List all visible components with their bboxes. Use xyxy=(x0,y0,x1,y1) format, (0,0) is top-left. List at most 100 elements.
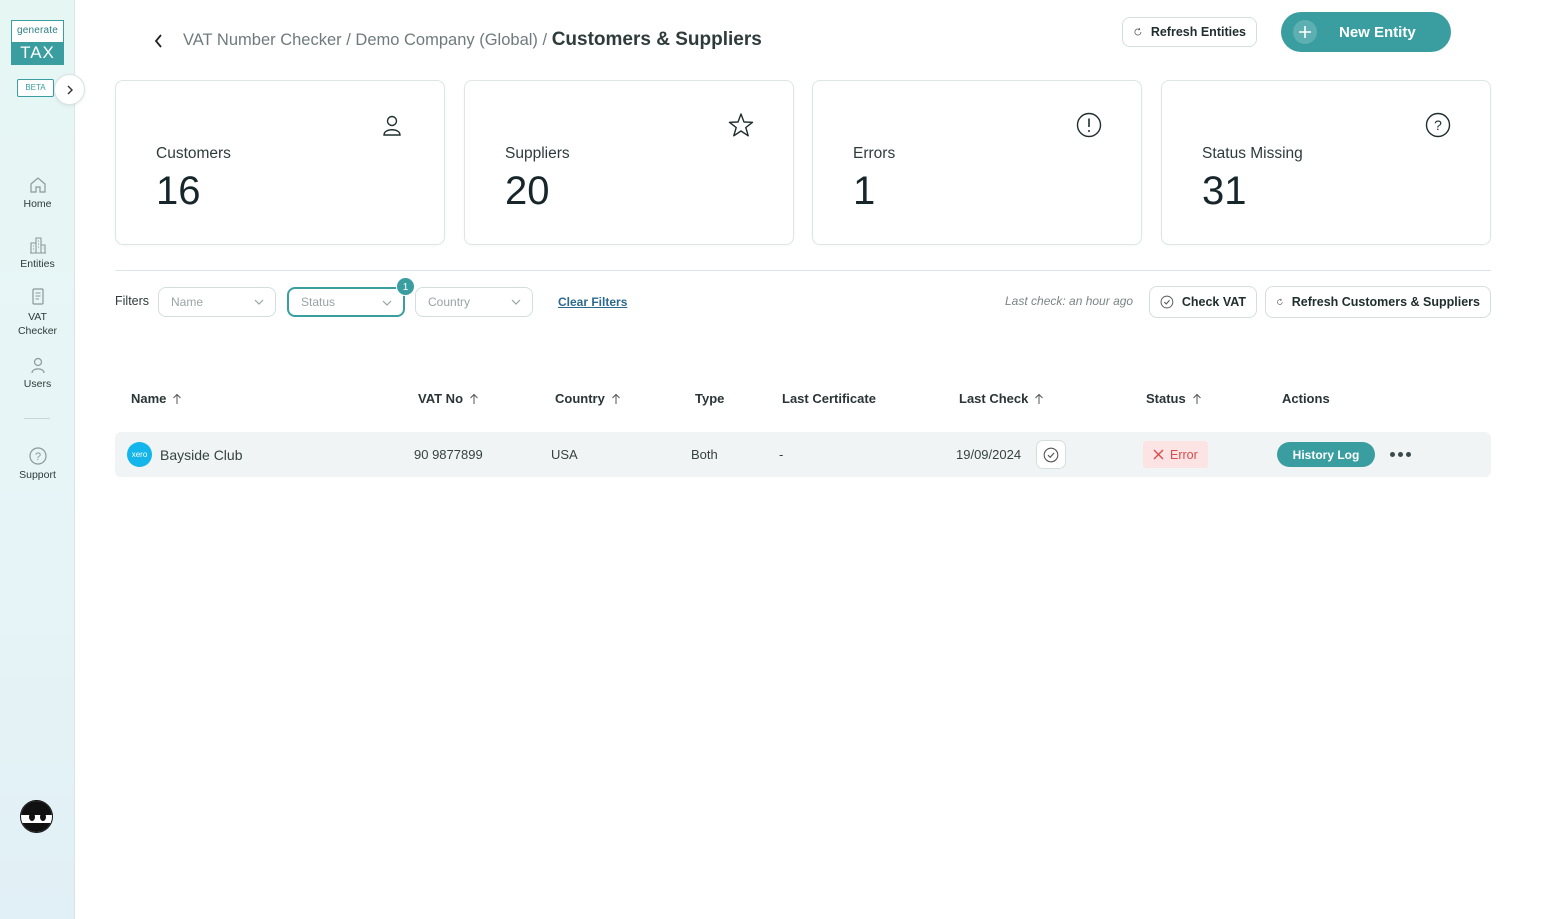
help-icon: ? xyxy=(28,447,47,465)
chevron-right-icon xyxy=(67,85,73,94)
column-header-label: Last Certificate xyxy=(782,391,876,406)
logo-top-text: generate xyxy=(16,25,59,36)
sort-arrow-up-icon xyxy=(611,393,620,404)
check-vat-button[interactable]: Check VAT xyxy=(1149,286,1257,318)
svg-text:?: ? xyxy=(1434,117,1442,133)
sidebar-item-users[interactable]: Users xyxy=(0,355,75,390)
sidebar-item-label: VAT Checker xyxy=(17,311,58,337)
status-filter-count-badge: 1 xyxy=(396,277,415,296)
close-icon xyxy=(1153,449,1164,460)
refresh-entities-label: Refresh Entities xyxy=(1150,25,1246,39)
sidebar-item-vat-checker[interactable]: VAT Checker xyxy=(0,287,75,338)
question-icon: ? xyxy=(1424,111,1452,139)
plus-icon xyxy=(1293,20,1317,44)
refresh-customers-suppliers-label: Refresh Customers & Suppliers xyxy=(1291,295,1480,309)
page-title: Customers & Suppliers xyxy=(551,29,762,50)
sort-arrow-up-icon xyxy=(173,393,182,404)
breadcrumb-separator: / xyxy=(346,31,351,49)
logo[interactable]: generate TAX xyxy=(11,20,64,65)
check-now-button[interactable] xyxy=(1036,440,1066,469)
status-badge: Error xyxy=(1143,441,1208,468)
name-filter-select[interactable]: Name xyxy=(158,287,276,317)
cell-last-certificate: - xyxy=(779,447,784,462)
new-entity-button[interactable]: New Entity xyxy=(1281,12,1451,52)
cell-vat-no: 90 9877899 xyxy=(414,447,483,462)
column-header-label: Type xyxy=(695,391,725,406)
stat-card-status-missing: ? Status Missing 31 xyxy=(1161,80,1491,245)
column-header-last-certificate: Last Certificate xyxy=(782,391,876,406)
sidebar-divider xyxy=(24,418,50,419)
back-button[interactable] xyxy=(147,28,171,54)
user-avatar[interactable] xyxy=(20,800,53,833)
status-label: Error xyxy=(1170,447,1198,462)
country-filter-select[interactable]: Country xyxy=(415,287,533,317)
breadcrumb-company[interactable]: Demo Company (Global) xyxy=(355,31,537,49)
column-header-country[interactable]: Country xyxy=(555,391,621,406)
refresh-entities-button[interactable]: Refresh Entities xyxy=(1122,17,1257,47)
home-icon xyxy=(29,177,46,193)
sidebar-item-entities[interactable]: Entities xyxy=(0,235,75,270)
stat-label: Status Missing xyxy=(1202,145,1303,162)
column-header-status[interactable]: Status xyxy=(1146,391,1202,406)
column-header-label: Name xyxy=(131,391,167,406)
status-filter-select[interactable]: Status xyxy=(287,287,405,317)
column-header-label: Status xyxy=(1146,391,1186,406)
stat-value: 16 xyxy=(156,169,201,213)
breadcrumb-vat-checker[interactable]: VAT Number Checker xyxy=(183,31,342,49)
cell-last-check: 19/09/2024 xyxy=(956,447,1022,462)
refresh-customers-suppliers-button[interactable]: Refresh Customers & Suppliers xyxy=(1265,286,1491,318)
new-entity-label: New Entity xyxy=(1339,23,1416,41)
expand-sidebar-button[interactable] xyxy=(54,74,85,105)
star-icon xyxy=(727,111,755,139)
more-actions-button[interactable] xyxy=(1388,444,1412,464)
cell-name: xero Bayside Club xyxy=(127,432,243,477)
sidebar-item-support[interactable]: ? Support xyxy=(0,446,75,481)
status-filter-placeholder: Status xyxy=(301,295,336,309)
sidebar: generate TAX BETA Home Entities VAT Chec… xyxy=(0,0,85,919)
breadcrumb: VAT Number Checker / Demo Company (Globa… xyxy=(183,29,762,51)
column-header-label: Country xyxy=(555,391,605,406)
filters-label: Filters xyxy=(115,294,150,308)
document-icon xyxy=(31,288,44,305)
sidebar-item-label: Users xyxy=(23,378,52,390)
stat-card-errors: Errors 1 xyxy=(812,80,1142,245)
sidebar-item-home[interactable]: Home xyxy=(0,175,75,210)
chevron-down-icon xyxy=(382,300,392,306)
sidebar-item-label: Entities xyxy=(20,258,55,270)
column-header-name[interactable]: Name xyxy=(131,391,182,406)
column-header-vat-no[interactable]: VAT No xyxy=(418,391,479,406)
stat-value: 31 xyxy=(1202,169,1247,213)
stat-card-customers: Customers 16 xyxy=(115,80,445,245)
column-header-last-check[interactable]: Last Check xyxy=(959,391,1044,406)
chevron-down-icon xyxy=(511,299,521,305)
logo-bottom-text: TAX xyxy=(12,42,63,64)
check-circle-icon xyxy=(1160,295,1174,309)
column-header-label: VAT No xyxy=(418,391,464,406)
chevron-left-icon xyxy=(154,34,162,48)
check-circle-icon xyxy=(1043,447,1059,462)
check-vat-label: Check VAT xyxy=(1181,295,1246,309)
cell-country: USA xyxy=(551,447,578,462)
cell-type: Both xyxy=(691,447,718,462)
stat-card-suppliers: Suppliers 20 xyxy=(464,80,794,245)
user-icon xyxy=(378,111,406,139)
country-filter-placeholder: Country xyxy=(428,295,471,309)
buildings-icon xyxy=(29,237,46,254)
table-row[interactable]: xero Bayside Club 90 9877899 USA Both - … xyxy=(115,432,1491,477)
dot xyxy=(1405,451,1411,457)
dot xyxy=(1397,451,1403,457)
clear-filters-link[interactable]: Clear Filters xyxy=(558,295,627,309)
stat-value: 20 xyxy=(505,169,550,213)
stat-label: Customers xyxy=(156,145,231,162)
entity-name[interactable]: Bayside Club xyxy=(160,447,243,463)
refresh-icon xyxy=(1134,27,1142,36)
stat-label: Errors xyxy=(853,145,896,162)
sort-arrow-up-icon xyxy=(470,393,478,404)
stat-value: 1 xyxy=(853,169,876,213)
history-log-button[interactable]: History Log xyxy=(1277,442,1375,467)
last-check-text: Last check: an hour ago xyxy=(1005,294,1134,308)
name-filter-placeholder: Name xyxy=(171,295,204,309)
column-header-label: Last Check xyxy=(959,391,1029,406)
xero-logo-icon: xero xyxy=(127,442,152,467)
column-header-actions: Actions xyxy=(1282,391,1330,406)
